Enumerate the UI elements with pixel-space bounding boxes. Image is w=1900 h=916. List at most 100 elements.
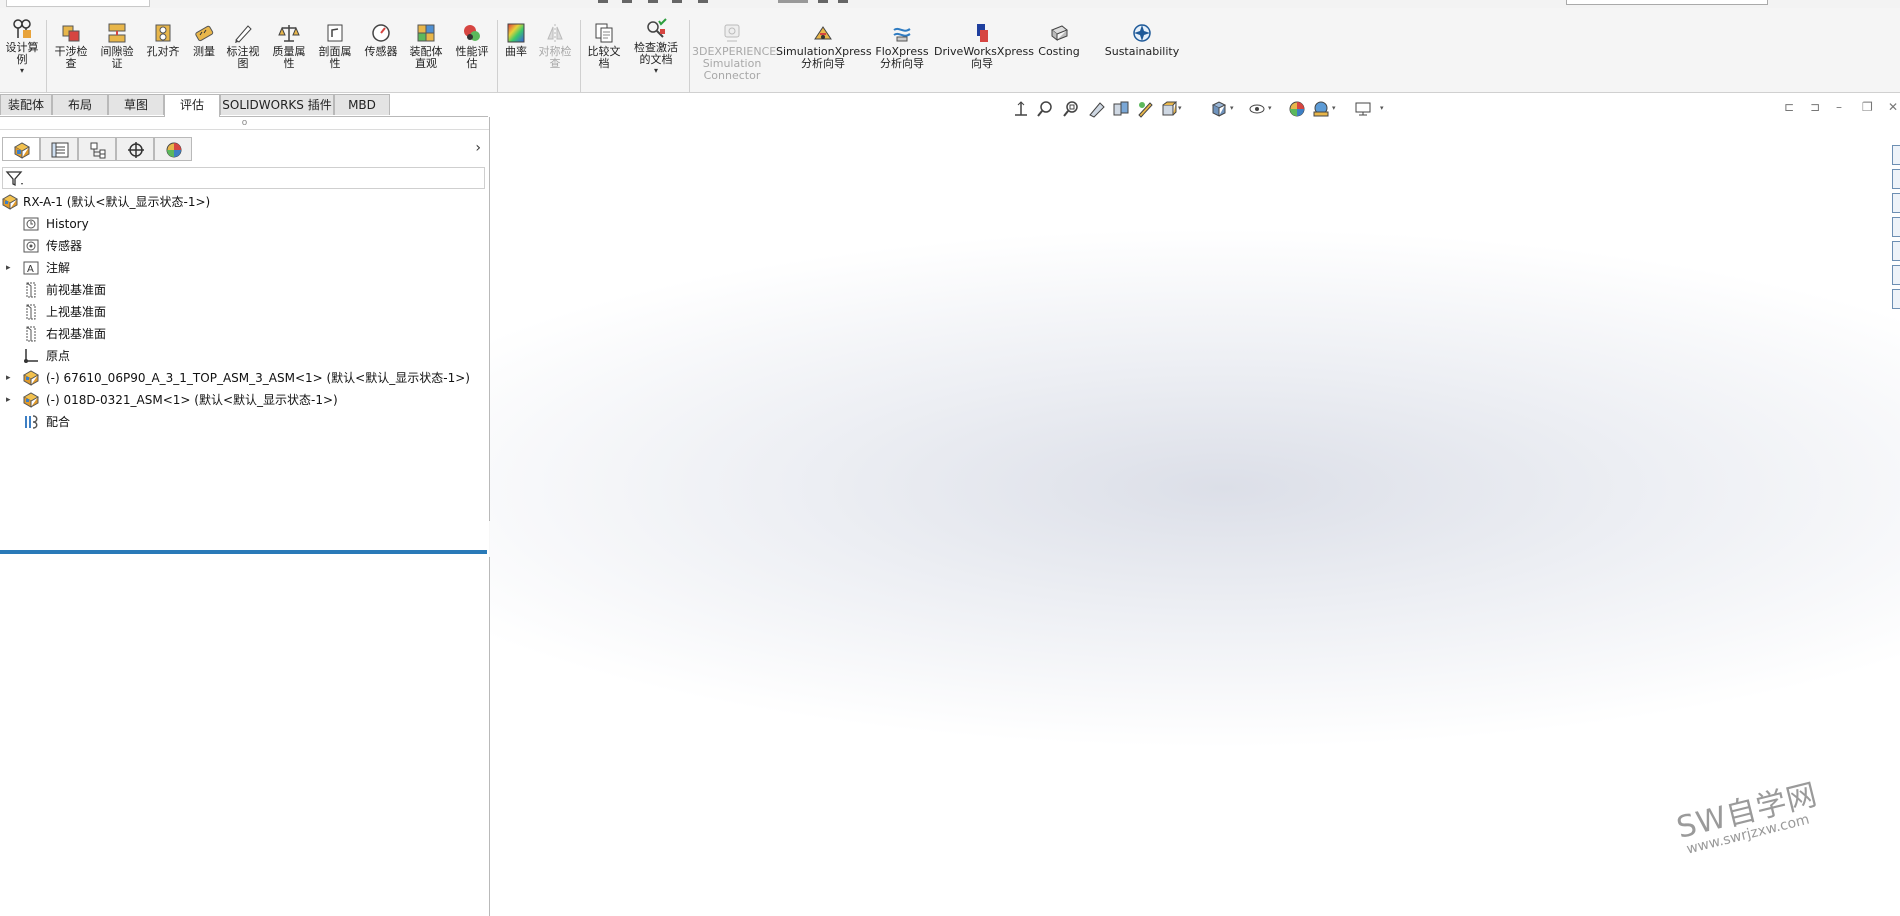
tab-evaluate[interactable]: 评估 [164,94,220,117]
sensor-icon [23,238,39,254]
tree-filter-box[interactable] [2,167,485,189]
feature-manager-panel: o › RX-A-1 (默认<默认_显示状态-1>) History 传感器 ▸… [0,117,490,916]
check-active-document-button[interactable]: 检查激活 的文档 ▾ [628,18,684,76]
tree-item-top-plane[interactable]: 上视基准面 [0,302,489,322]
interference-check-button[interactable]: 干涉检查 [50,22,92,70]
tab-solidworks-addins[interactable]: SOLIDWORKS 插件 [220,94,334,115]
display-style-dropdown-icon[interactable]: ▾ [1230,104,1234,112]
tab-assembly[interactable]: 装配体 [0,94,52,115]
performance-evaluation-icon [461,22,483,44]
scale-icon [278,22,300,44]
propertymanager-tab[interactable] [40,137,78,161]
assembly-visualization-icon [415,22,437,44]
tree-item-origin[interactable]: 原点 [0,346,489,366]
3dexperience-simulation-connector-button[interactable]: 3DEXPERIENCE Simulation Connector [692,22,776,82]
manager-expand-arrow-icon[interactable]: › [475,140,481,156]
featuremanager-tab[interactable] [2,137,40,161]
hide-show-icon[interactable] [1248,100,1266,118]
driveworksxpress-button[interactable]: DriveWorksXpress 向导 [934,22,1034,70]
tab-sketch[interactable]: 草图 [108,94,164,115]
sustainability-button[interactable]: Sustainability [1100,22,1184,58]
expand-arrow-icon[interactable]: ▸ [6,258,11,278]
tree-item-history[interactable]: History [0,214,489,234]
view-settings-icon[interactable] [1354,100,1372,118]
tree-item-sensors[interactable]: 传感器 [0,236,489,256]
driveworksxpress-icon [971,22,993,44]
close-icon[interactable]: ✕ [1888,100,1898,114]
section-view-icon[interactable] [1112,100,1130,118]
task-pane-forum-tab[interactable] [1892,289,1900,309]
solidworks-logo[interactable] [6,0,150,7]
apply-scene-icon[interactable] [1312,100,1330,118]
restore-icon[interactable]: ❐ [1862,100,1873,114]
tree-item-right-plane[interactable]: 右视基准面 [0,324,489,344]
symmetry-check-button[interactable]: 对称检查 [535,22,575,70]
design-study-button[interactable]: 设计算例 ▾ [2,18,42,76]
mass-properties-button[interactable]: 质量属性 [268,22,310,70]
task-pane-appearances-tab[interactable] [1892,241,1900,261]
expand-arrow-icon[interactable]: ▸ [6,368,11,388]
assembly-visualization-button[interactable]: 装配体 直观 [404,22,448,70]
apply-scene-dropdown-icon[interactable]: ▾ [1332,104,1336,112]
tree-item-mates[interactable]: 配合 [0,412,489,432]
tree-item-top-asm[interactable]: ▸ (-) 67610_06P90_A_3_1_TOP_ASM_3_ASM<1>… [0,368,489,388]
gauge-icon [370,22,392,44]
tree-item-annotations[interactable]: ▸ A 注解 [0,258,489,278]
zoom-to-fit-icon[interactable] [1036,100,1054,118]
tree-root-assembly[interactable]: RX-A-1 (默认<默认_显示状态-1>) [0,192,489,212]
graphics-area[interactable] [490,93,1900,916]
task-pane-resources-tab[interactable] [1892,169,1900,189]
tree-item-018d-asm[interactable]: ▸ (-) 018D-0321_ASM<1> (默认<默认_显示状态-1>) [0,390,489,410]
floxpress-button[interactable]: FloXpress 分析向导 [874,22,930,70]
task-pane-design-library-tab[interactable] [1892,193,1900,213]
display-style-icon[interactable] [1210,100,1228,118]
displaymanager-tab[interactable] [154,137,192,161]
costing-button[interactable]: Costing [1034,22,1084,58]
filter-funnel-icon[interactable] [5,169,25,187]
dimxpertmanager-tab[interactable] [116,137,154,161]
view-selector-icon[interactable] [1160,100,1178,118]
view-orientation-icon[interactable] [1012,100,1030,118]
tree-item-front-plane[interactable]: 前视基准面 [0,280,489,300]
assembly-icon [1,194,19,210]
tab-mbd[interactable]: MBD [334,94,390,115]
task-pane-custom-properties-tab[interactable] [1892,265,1900,285]
performance-evaluation-button[interactable]: 性能评估 [451,22,493,70]
simulationxpress-button[interactable]: SimulationXpress 分析向导 [776,22,872,70]
section-properties-button[interactable]: 剖面属性 [314,22,356,70]
simulationxpress-icon [812,22,834,44]
tab-layout[interactable]: 布局 [52,94,108,115]
search-box[interactable] [1566,0,1768,5]
view-settings-dropdown-icon[interactable]: ▾ [1380,104,1384,112]
check-document-icon [645,18,667,40]
edit-appearance-icon[interactable] [1288,100,1306,118]
minimize-icon[interactable]: – [1836,100,1842,114]
panel-grip-handle[interactable]: o [0,117,489,130]
hole-alignment-button[interactable]: 孔对齐 [142,22,184,58]
quick-access-toolbar[interactable] [598,0,853,5]
dynamic-annotation-icon[interactable] [1136,100,1154,118]
annotation-icon: A [23,260,39,276]
tile-right-icon[interactable]: ⊐ [1810,100,1820,114]
previous-view-icon[interactable] [1088,100,1106,118]
tile-left-icon[interactable]: ⊏ [1784,100,1794,114]
expand-arrow-icon[interactable]: ▸ [6,390,11,410]
hide-show-dropdown-icon[interactable]: ▾ [1268,104,1272,112]
clearance-verification-button[interactable]: 间隙验证 [96,22,138,70]
sensor-button[interactable]: 传感器 [360,22,402,58]
curvature-icon [505,22,527,44]
zoom-to-area-icon[interactable] [1062,100,1080,118]
rollback-bar[interactable] [0,550,487,554]
compare-documents-button[interactable]: 比较文档 [583,22,625,70]
task-pane-file-explorer-tab[interactable] [1892,217,1900,237]
curvature-button[interactable]: 曲率 [500,22,532,58]
dimxpert-crosshair-icon [128,142,144,158]
displaymanager-icon [166,142,182,158]
configurationmanager-tab[interactable] [78,137,116,161]
command-manager: 设计算例 ▾ 干涉检查 间隙验证 孔对齐 测量 标注视图 质量属性 剖面属性 传… [0,8,1900,93]
view-selector-dropdown-icon[interactable]: ▾ [1178,104,1182,112]
task-pane-home-tab[interactable] [1892,145,1900,165]
clearance-verification-icon [106,22,128,44]
measure-button[interactable]: 测量 [188,22,220,58]
markup-button[interactable]: 标注视图 [222,22,264,70]
